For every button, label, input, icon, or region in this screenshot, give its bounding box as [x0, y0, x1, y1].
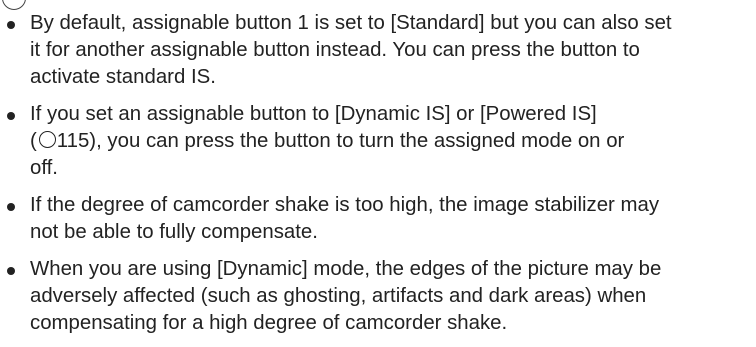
- note-line: If the degree of camcorder shake is too …: [30, 194, 660, 216]
- note-line: it for another assignable button instead…: [30, 39, 640, 61]
- note-line: (115), you can press the button to turn …: [30, 128, 752, 155]
- note-item: If you set an assignable button to [Dyna…: [0, 101, 752, 182]
- note-line: adversely affected (such as ghosting, ar…: [30, 285, 647, 307]
- note-line: not be able to fully compensate.: [30, 221, 318, 243]
- note-line: When you are using [Dynamic] mode, the e…: [30, 258, 662, 280]
- ref-page-text: 115), you can press the button to turn t…: [56, 130, 625, 152]
- page-reference-icon: [38, 131, 56, 148]
- note-item: When you are using [Dynamic] mode, the e…: [0, 256, 752, 337]
- note-line: If you set an assignable button to [Dyna…: [30, 103, 597, 125]
- section-icon: [2, 0, 26, 10]
- note-line: compensating for a high degree of camcor…: [30, 312, 508, 334]
- bullet-icon: [7, 21, 15, 29]
- bullet-icon: [7, 203, 15, 211]
- notes-list: By default, assignable button 1 is set t…: [0, 10, 752, 347]
- note-line: By default, assignable button 1 is set t…: [30, 12, 672, 34]
- note-item: If the degree of camcorder shake is too …: [0, 192, 752, 246]
- note-line: activate standard IS.: [30, 66, 216, 88]
- note-item: By default, assignable button 1 is set t…: [0, 10, 752, 91]
- ref-open: (: [30, 130, 37, 152]
- bullet-icon: [7, 267, 15, 275]
- bullet-icon: [7, 112, 15, 120]
- note-line: off.: [30, 157, 58, 179]
